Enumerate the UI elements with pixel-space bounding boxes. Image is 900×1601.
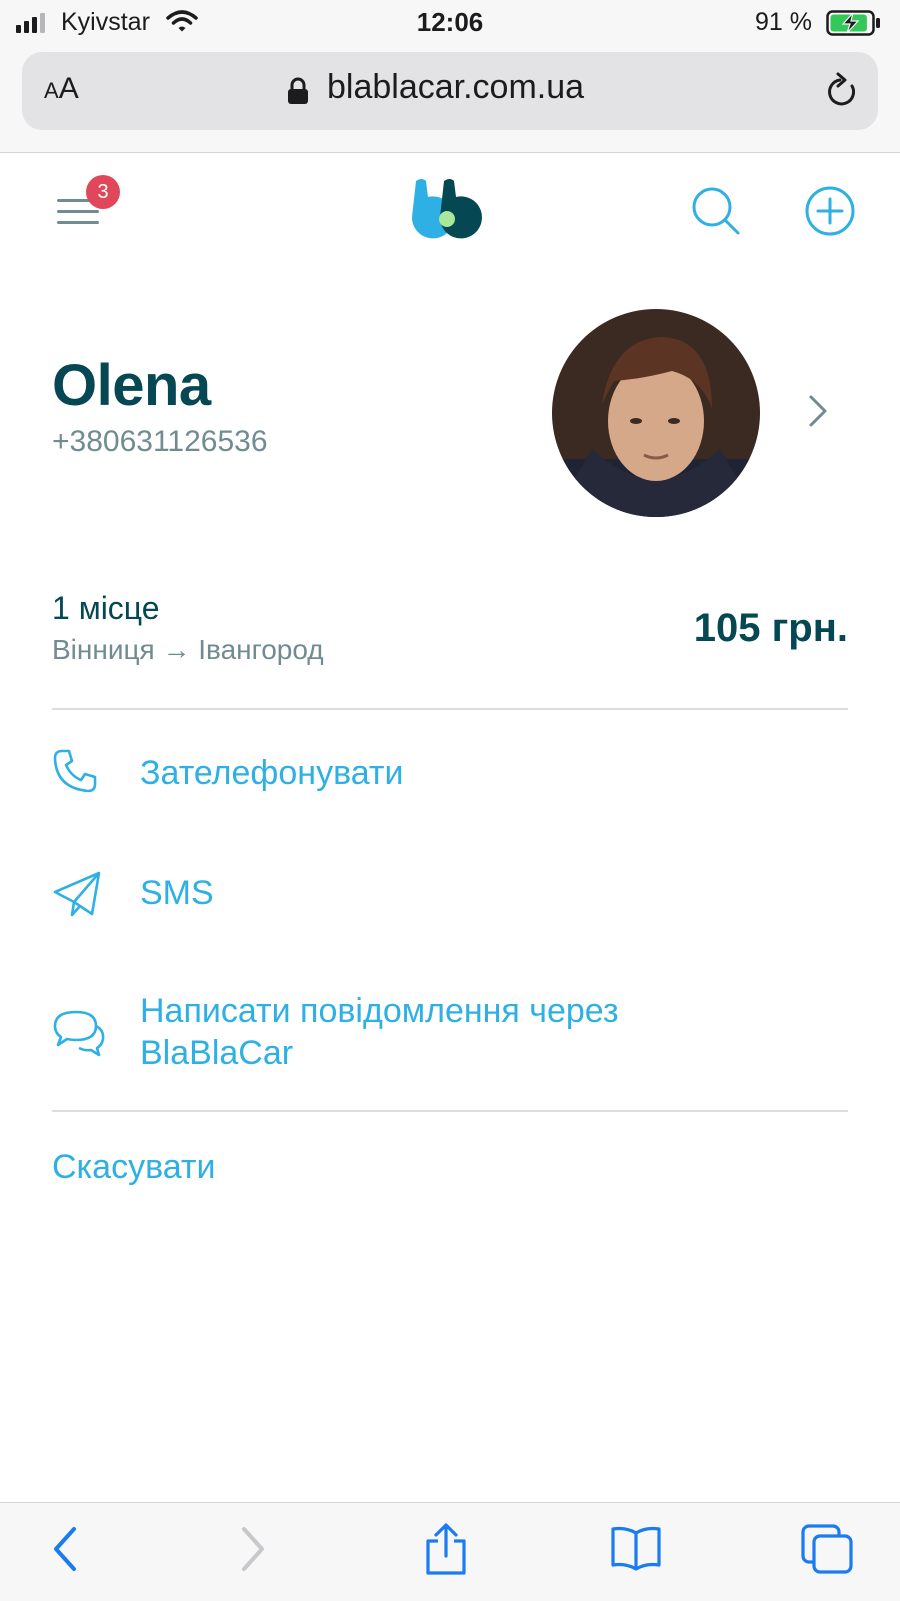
seats-count: 1 місце bbox=[52, 590, 160, 626]
browser-toolbar bbox=[0, 1502, 900, 1601]
notification-badge: 3 bbox=[86, 175, 120, 209]
add-ride-icon[interactable] bbox=[804, 185, 856, 237]
call-button[interactable]: Зателефонувати bbox=[52, 746, 848, 802]
browser-top-bar: AA blablacar.com.ua bbox=[0, 46, 900, 153]
search-icon[interactable] bbox=[690, 185, 742, 237]
reload-icon[interactable] bbox=[824, 72, 860, 110]
blablacar-logo-icon[interactable] bbox=[410, 177, 490, 245]
chevron-right-icon[interactable] bbox=[808, 394, 828, 428]
chat-bubbles-icon bbox=[53, 1010, 105, 1057]
paper-plane-icon bbox=[53, 871, 101, 917]
driver-phone: +380631126536 bbox=[52, 425, 268, 458]
status-bar: Kyivstar 12:06 91 % bbox=[0, 0, 900, 46]
route-to: Івангород bbox=[198, 634, 324, 665]
divider bbox=[52, 1110, 848, 1112]
menu-button[interactable]: 3 bbox=[52, 175, 120, 233]
sms-button[interactable]: SMS bbox=[52, 866, 848, 922]
tabs-icon[interactable] bbox=[800, 1523, 854, 1575]
bookmarks-icon[interactable] bbox=[610, 1525, 662, 1571]
driver-name: Olena bbox=[52, 353, 211, 418]
battery-charging-icon bbox=[826, 10, 880, 36]
message-button[interactable]: Написати повідомлення через BlaBlaCar bbox=[52, 990, 848, 1080]
lock-icon bbox=[288, 77, 308, 104]
site-header: 3 bbox=[0, 153, 900, 273]
message-label: Написати повідомлення через BlaBlaCar bbox=[140, 992, 619, 1072]
avatar[interactable] bbox=[552, 309, 760, 517]
battery-percentage: 91 % bbox=[755, 8, 812, 36]
route: Вінниця → Івангород bbox=[52, 634, 324, 666]
forward-icon[interactable] bbox=[238, 1525, 268, 1573]
address-bar[interactable]: AA blablacar.com.ua bbox=[22, 52, 878, 130]
cancel-button[interactable]: Скасувати bbox=[52, 1148, 216, 1187]
route-from: Вінниця bbox=[52, 634, 155, 665]
text-size-button[interactable]: AA bbox=[44, 72, 79, 106]
call-label: Зателефонувати bbox=[140, 754, 404, 792]
share-icon[interactable] bbox=[424, 1523, 468, 1577]
divider bbox=[52, 708, 848, 710]
phone-icon bbox=[53, 749, 97, 793]
price: 105 грн. bbox=[693, 606, 848, 650]
arrow-right-icon: → bbox=[162, 634, 191, 665]
url-text[interactable]: blablacar.com.ua bbox=[327, 68, 584, 107]
back-icon[interactable] bbox=[50, 1525, 80, 1573]
sms-label: SMS bbox=[140, 874, 214, 912]
